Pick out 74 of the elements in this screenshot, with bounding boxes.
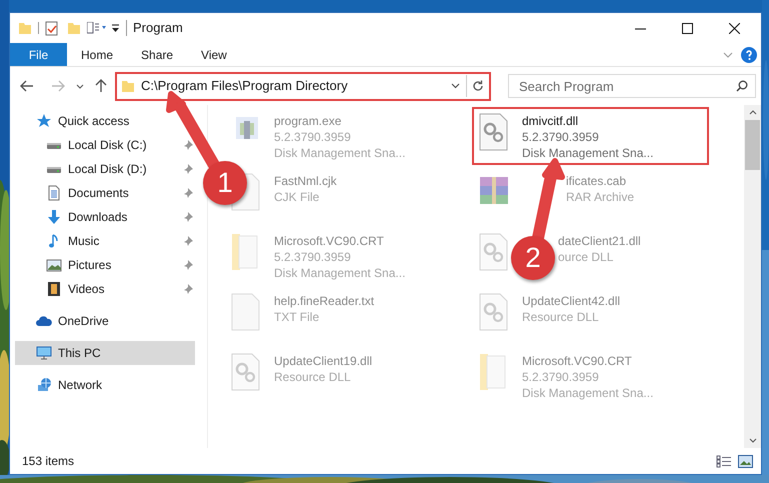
refresh-icon[interactable] <box>472 80 484 92</box>
network-icon <box>36 377 52 393</box>
dropdown-icon[interactable] <box>451 83 460 89</box>
nav-item[interactable]: Pictures <box>15 253 195 277</box>
ribbon-tab[interactable]: View <box>187 43 241 66</box>
document-icon <box>230 293 262 331</box>
search-icon <box>736 80 748 92</box>
scroll-down-icon[interactable] <box>748 438 756 443</box>
nav-item[interactable]: Local Disk (D:) <box>15 157 195 181</box>
nav-item[interactable]: Videos <box>15 277 195 301</box>
customize-toolbar-icon[interactable] <box>111 23 120 33</box>
file-detail: 5.2.3790.3959 <box>522 369 600 385</box>
nav-item[interactable]: Music <box>15 229 195 253</box>
properties-icon[interactable] <box>45 20 59 36</box>
file-detail: TXT File <box>274 309 320 325</box>
ribbon-tab[interactable]: Share <box>127 43 188 66</box>
picture-frame-icon <box>46 257 62 273</box>
address-path: C:\Program Files\Program Directory <box>141 77 348 96</box>
pin-icon[interactable] <box>183 236 193 246</box>
monitor-icon <box>36 345 52 361</box>
film-icon <box>46 281 62 297</box>
scrollbar-thumb[interactable] <box>745 120 760 170</box>
scroll-up-icon[interactable] <box>748 110 756 115</box>
details-view-icon[interactable] <box>716 454 732 468</box>
document-icon <box>46 185 62 201</box>
file-detail: CJK File <box>274 189 320 205</box>
address-bar[interactable]: C:\Program Files\Program Directory <box>115 72 491 100</box>
file-detail: 5.2.3790.3959 <box>274 129 352 145</box>
back-icon[interactable] <box>20 80 34 92</box>
ribbon-tab[interactable]: Home <box>67 43 128 66</box>
file-detail: Disk Management Sna... <box>522 385 654 401</box>
pin-icon[interactable] <box>183 212 193 222</box>
file-name[interactable]: dmivcitf.dll <box>522 113 654 129</box>
star-icon <box>36 113 52 129</box>
expand-ribbon-icon[interactable] <box>723 52 733 58</box>
item-count: 153 items <box>22 453 74 470</box>
folder-icon <box>121 79 135 93</box>
file-detail: RAR Archive <box>566 189 634 205</box>
view-menu-icon[interactable] <box>87 22 107 34</box>
scrollbar[interactable] <box>744 105 761 448</box>
file-detail: 5.2.3790.3959 <box>522 129 600 145</box>
nav-item[interactable]: Network <box>15 373 110 397</box>
file-detail: Disk Management Sna... <box>274 265 406 281</box>
ribbon-tab[interactable]: File <box>10 43 67 66</box>
nav-item[interactable]: Documents <box>15 181 195 205</box>
file-detail: Resource DLL <box>274 369 352 385</box>
help-icon[interactable] <box>741 46 757 62</box>
large-icons-view-icon[interactable] <box>738 454 753 468</box>
pin-icon[interactable] <box>183 284 193 294</box>
nav-item[interactable]: Downloads <box>15 205 195 229</box>
recent-locations-icon[interactable] <box>76 84 84 88</box>
maximize-icon[interactable] <box>682 22 693 34</box>
close-icon[interactable] <box>729 22 740 34</box>
nav-item[interactable]: This PC <box>15 341 195 365</box>
up-icon[interactable] <box>95 79 107 93</box>
gear-document-icon <box>478 293 510 331</box>
gear-document-icon <box>478 113 510 151</box>
gear-document-icon <box>478 233 510 271</box>
file-detail: Disk Management Sna... <box>522 145 654 161</box>
pin-icon[interactable] <box>183 188 193 198</box>
file-detail: Disk Management Sna... <box>274 145 406 161</box>
nav-item[interactable]: Quick access <box>15 109 138 133</box>
window-title: Program <box>133 19 183 38</box>
down-arrow-icon <box>46 209 62 225</box>
nav-item[interactable]: OneDrive <box>15 309 117 333</box>
pin-icon[interactable] <box>183 164 193 174</box>
file-detail: ource DLL <box>558 249 614 265</box>
gear-document-icon <box>230 353 262 391</box>
pin-icon[interactable] <box>183 140 193 150</box>
nav-item[interactable]: Local Disk (C:) <box>15 133 195 157</box>
file-detail: Resource DLL <box>522 309 600 325</box>
file-detail: 5.2.3790.3959 <box>274 249 352 265</box>
search-field[interactable]: Search Program <box>508 74 756 98</box>
pin-icon[interactable] <box>183 260 193 270</box>
